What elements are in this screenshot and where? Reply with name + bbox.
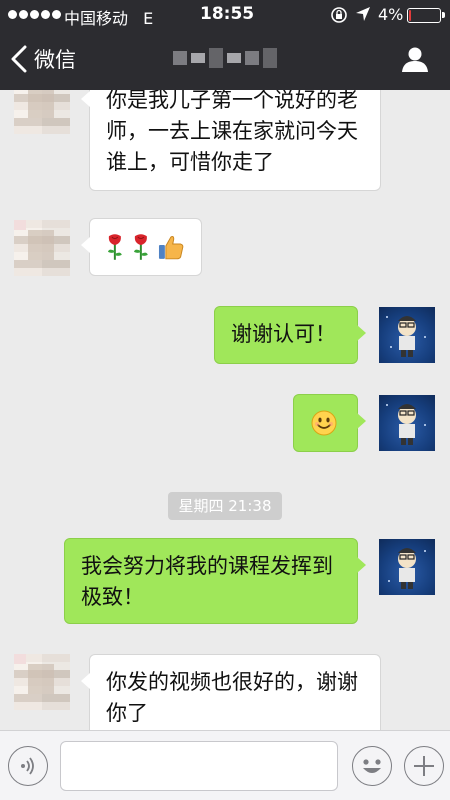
emoji-button[interactable]	[352, 746, 392, 786]
message-bubble-outgoing[interactable]: 我会努力将我的课程发挥到极致！	[64, 538, 366, 624]
carrier-name: 中国移动	[64, 9, 129, 28]
battery-percent: 4%	[378, 5, 404, 24]
thumbs-up-icon	[159, 235, 184, 259]
message-bubble-incoming[interactable]: 你发的视频也很好的，谢谢你了	[81, 654, 381, 730]
my-avatar[interactable]	[379, 395, 435, 451]
message-text: 谢谢认可！	[231, 322, 336, 346]
rotation-lock-icon	[331, 7, 347, 23]
my-avatar[interactable]	[379, 307, 435, 363]
contact-avatar[interactable]	[14, 220, 70, 276]
back-button[interactable]: 微信	[10, 42, 76, 76]
battery-icon	[407, 8, 445, 23]
input-bar	[0, 730, 450, 800]
chat-title-blurred	[170, 42, 280, 74]
profile-icon[interactable]	[400, 44, 430, 74]
chevron-left-icon	[11, 45, 27, 73]
contact-avatar[interactable]	[14, 90, 70, 134]
message-bubble-incoming[interactable]: 你是我儿子第一个说好的老师，一去上课在家就问今天谁上，可惜你走了	[81, 90, 381, 191]
chat-timestamp: 星期四 21:38	[168, 492, 282, 520]
location-arrow-icon	[356, 7, 370, 21]
rose-icon	[133, 233, 148, 260]
rose-icon	[107, 233, 122, 260]
more-button[interactable]	[404, 746, 444, 786]
smile-icon	[311, 410, 337, 435]
message-text: 我会努力将我的课程发挥到极致！	[81, 554, 333, 609]
cartoon-character-icon	[386, 404, 426, 445]
network-type: E	[143, 9, 154, 28]
status-time: 18:55	[200, 4, 255, 24]
signal-strength-icon	[8, 10, 61, 19]
voice-button[interactable]	[8, 746, 48, 786]
contact-avatar[interactable]	[14, 654, 70, 710]
top-bar: 中国移动 E 18:55 4% 微信	[0, 0, 450, 90]
smiley-face-icon	[362, 758, 381, 773]
battery-level-fill	[409, 10, 411, 21]
cartoon-character-icon	[386, 316, 426, 357]
carrier-label: 中国移动 E	[64, 5, 153, 29]
message-list[interactable]: 你是我儿子第一个说好的老师，一去上课在家就问今天谁上，可惜你走了 谢谢认可！ 星…	[0, 90, 450, 730]
back-label: 微信	[34, 48, 76, 72]
status-bar: 中国移动 E 18:55 4%	[0, 0, 450, 30]
my-avatar[interactable]	[379, 539, 435, 595]
message-text: 你是我儿子第一个说好的老师，一去上课在家就问今天谁上，可惜你走了	[106, 90, 358, 174]
message-bubble-outgoing[interactable]	[293, 394, 366, 452]
voice-wave-icon	[20, 756, 34, 775]
message-bubble-incoming[interactable]	[81, 218, 202, 276]
message-bubble-outgoing[interactable]: 谢谢认可！	[214, 306, 366, 364]
cartoon-character-icon	[388, 548, 426, 589]
message-input[interactable]	[60, 741, 338, 791]
message-text: 你发的视频也很好的，谢谢你了	[106, 670, 358, 725]
plus-icon	[413, 755, 434, 776]
